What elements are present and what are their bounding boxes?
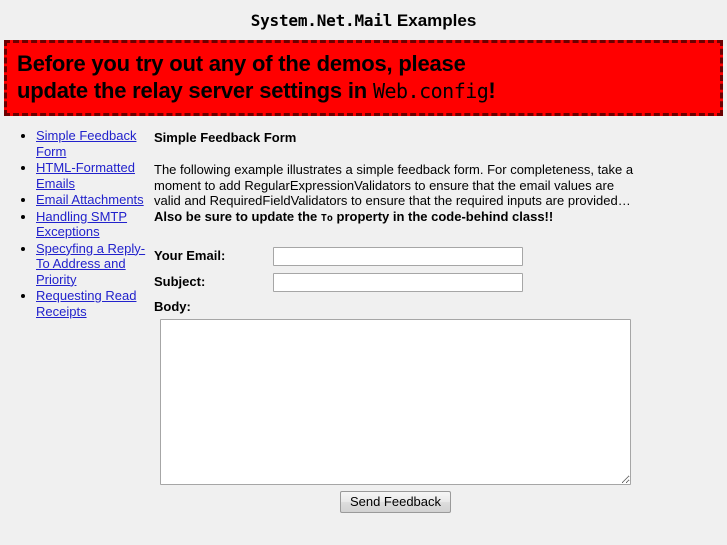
- subject-field-row: Subject:: [154, 272, 717, 292]
- feedback-form: Your Email: Subject: Body: Send Feedback: [154, 246, 717, 513]
- warning-line-2-pre: update the relay server settings in: [17, 78, 373, 104]
- content-layout: Simple Feedback Form HTML-Formatted Emai…: [0, 116, 727, 513]
- list-item: HTML-Formatted Emails: [36, 160, 152, 191]
- sidebar-item-reply-to-address-priority[interactable]: Specyfing a Reply-To Address and Priorit…: [36, 241, 145, 287]
- warning-webconfig-text: Web.config: [372, 79, 489, 104]
- sidebar-item-handling-smtp-exceptions[interactable]: Handling SMTP Exceptions: [36, 209, 127, 240]
- warning-line-1: Before you try out any of the demos, ple…: [17, 50, 466, 76]
- list-item: Specyfing a Reply-To Address and Priorit…: [36, 241, 152, 288]
- sidebar-item-email-attachments[interactable]: Email Attachments: [36, 192, 144, 207]
- intro-text-bold: Also be sure to update the To property i…: [154, 209, 553, 224]
- email-input[interactable]: [273, 246, 523, 266]
- sidebar-item-requesting-read-receipts[interactable]: Requesting Read Receipts: [36, 288, 136, 319]
- sidebar-item-html-formatted-emails[interactable]: HTML-Formatted Emails: [36, 160, 135, 191]
- button-row: Send Feedback: [154, 490, 631, 513]
- intro-to-property: To: [320, 213, 333, 225]
- page-title: System.Net.Mail Examples: [0, 0, 727, 40]
- intro-bold-part1: Also be sure to update the: [154, 209, 321, 225]
- body-textarea[interactable]: [160, 318, 631, 485]
- sidebar-item-simple-feedback-form[interactable]: Simple Feedback Form: [36, 128, 136, 159]
- sidebar-list: Simple Feedback Form HTML-Formatted Emai…: [6, 128, 152, 319]
- subject-field-label: Subject:: [154, 274, 206, 290]
- warning-line-2-post: !: [488, 78, 496, 104]
- subject-input[interactable]: [273, 272, 523, 292]
- list-item: Email Attachments: [36, 192, 152, 208]
- intro-text-plain: The following example illustrates a simp…: [154, 161, 634, 209]
- intro-bold-part2: property in the code-behind class!!: [332, 209, 554, 225]
- list-item: Handling SMTP Exceptions: [36, 209, 152, 240]
- main-content: Simple Feedback Form The following examp…: [152, 124, 727, 513]
- page-title-rest: Examples: [392, 11, 477, 30]
- page-root: System.Net.Mail Examples Before you try …: [0, 0, 727, 513]
- list-item: Requesting Read Receipts: [36, 288, 152, 319]
- intro-paragraph: The following example illustrates a simp…: [154, 162, 634, 227]
- warning-banner: Before you try out any of the demos, ple…: [4, 39, 723, 117]
- warning-line-2: update the relay server settings in Web.…: [17, 77, 710, 105]
- list-item: Simple Feedback Form: [36, 128, 152, 159]
- email-field-label: Your Email:: [154, 248, 226, 264]
- body-field-label: Body:: [154, 298, 191, 314]
- page-title-mono: System.Net.Mail: [250, 11, 393, 30]
- sidebar-navigation: Simple Feedback Form HTML-Formatted Emai…: [0, 124, 152, 320]
- send-feedback-button[interactable]: Send Feedback: [339, 490, 452, 513]
- email-field-row: Your Email:: [154, 246, 717, 266]
- section-heading: Simple Feedback Form: [154, 130, 297, 146]
